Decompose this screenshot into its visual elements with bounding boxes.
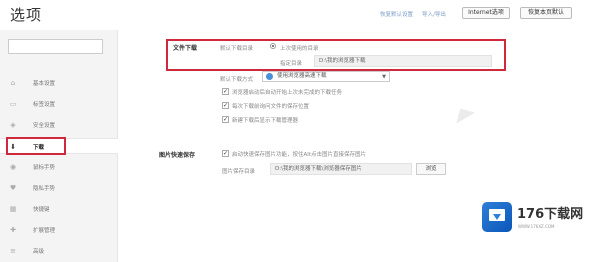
image-section-title: 图片快速保存 <box>159 152 196 159</box>
logo-text: 176下载网 <box>517 207 584 222</box>
sidebar-item-privacy[interactable]: ♥ 隐私手势 <box>0 180 118 196</box>
extension-icon: ✚ <box>10 226 16 234</box>
download-logo-icon <box>482 202 512 232</box>
sidebar-item-label: 高级 <box>33 249 45 255</box>
site-logo: 176下载网 WWW.176XZ.COM <box>482 200 586 244</box>
restore-page-default-button[interactable]: 恢复本页默认 <box>520 7 572 19</box>
resume-tasks-checkbox[interactable]: ✓ <box>222 88 229 95</box>
sidebar-item-mouse[interactable]: ◉ 鼠标手势 <box>0 159 118 175</box>
import-export-link[interactable]: 导入/导出 <box>422 10 446 18</box>
internet-options-button[interactable]: Internet选项 <box>462 7 510 19</box>
sidebar-item-tabs[interactable]: ▭ 标签设置 <box>0 96 118 112</box>
sidebar-item-security[interactable]: ◈ 安全设置 <box>0 117 118 133</box>
tab-icon: ▭ <box>9 100 17 108</box>
sidebar-item-advanced[interactable]: ≡ 高级 <box>0 243 118 259</box>
sidebar-item-shortcuts[interactable]: ▦ 快捷键 <box>0 201 118 217</box>
highlight-box-dir <box>166 39 506 71</box>
sidebar-item-label: 隐私手势 <box>33 186 56 192</box>
advanced-icon: ≡ <box>10 247 16 255</box>
sidebar-item-label: 基本设置 <box>33 81 56 87</box>
resume-tasks-label: 浏览器启动后自动开始上次未完成的下载任务 <box>232 90 343 96</box>
sidebar-item-label: 标签设置 <box>33 102 56 108</box>
browse-button[interactable]: 浏览 <box>416 163 446 175</box>
chevron-down-icon: ▼ <box>382 74 386 80</box>
show-manager-checkbox[interactable]: ✓ <box>222 116 229 123</box>
ask-location-label: 每次下载前询问文件的保存位置 <box>232 104 310 110</box>
heart-icon: ♥ <box>9 184 17 192</box>
quick-save-checkbox[interactable]: ✓ <box>222 150 229 157</box>
keyboard-icon: ▦ <box>9 205 17 213</box>
page-title: 选项 <box>10 6 43 24</box>
logo-url: WWW.176XZ.COM <box>518 224 555 229</box>
download-tool-select[interactable]: 使用浏览器高速下载 ▼ <box>262 71 390 82</box>
highlight-box-sidebar <box>6 137 66 155</box>
image-dir-label: 图片保存目录 <box>222 169 256 175</box>
browser-icon <box>266 73 273 80</box>
sidebar-item-basic[interactable]: ⌂ 基本设置 <box>0 75 118 91</box>
default-tool-label: 默认下载方式 <box>220 77 254 83</box>
sidebar-item-extensions[interactable]: ✚ 扩展管理 <box>0 222 118 238</box>
sidebar-item-label: 扩展管理 <box>33 228 56 234</box>
sidebar-item-label: 安全设置 <box>33 123 56 129</box>
shield-icon: ◈ <box>10 121 16 129</box>
ask-location-checkbox[interactable]: ✓ <box>222 102 229 109</box>
mouse-icon: ◉ <box>9 163 17 171</box>
quick-save-label: 启动快速保存图片功能，按住Alt点击图片直接保存图片 <box>232 152 366 158</box>
restore-defaults-link[interactable]: 恢复默认设置 <box>380 10 413 18</box>
sidebar-item-label: 鼠标手势 <box>33 165 56 171</box>
image-dir-field[interactable]: D:\我的浏览器下载\浏览器保存图片 <box>270 163 412 175</box>
search-input[interactable] <box>8 39 103 54</box>
window-header: 选项 恢复默认设置 导入/导出 Internet选项 恢复本页默认 <box>0 0 596 30</box>
home-icon: ⌂ <box>10 79 16 87</box>
download-tool-value: 使用浏览器高速下载 <box>277 73 327 79</box>
sidebar-item-label: 快捷键 <box>33 207 50 213</box>
show-manager-label: 新建下载后显示下载管理器 <box>232 118 299 124</box>
